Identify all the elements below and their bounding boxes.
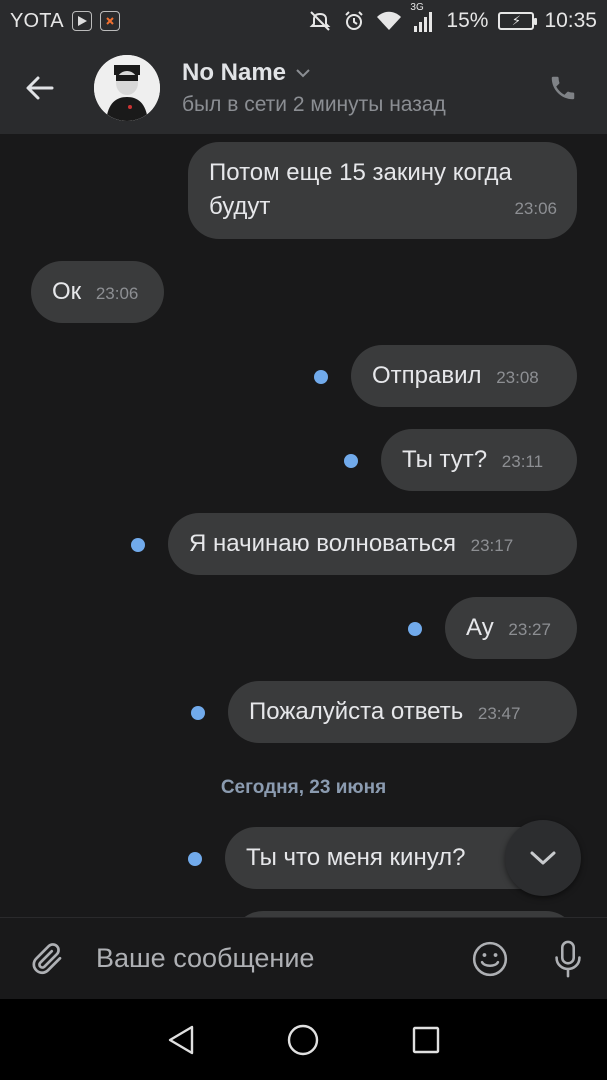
message-text: Потом еще 15 закину когда — [209, 159, 512, 186]
chevron-down-icon — [530, 851, 556, 865]
contact-info[interactable]: No Name был в сети 2 минуты назад — [182, 59, 446, 117]
contact-status: был в сети 2 минуты назад — [182, 93, 446, 116]
microphone-icon — [555, 940, 581, 977]
unread-indicator — [191, 706, 205, 720]
unread-indicator — [408, 622, 422, 636]
circle-home-icon — [288, 1024, 319, 1055]
message-time: 23:47 — [477, 704, 521, 723]
nav-back-button[interactable] — [156, 1015, 206, 1065]
message-bubble[interactable]: Я начинаю волноваться 23:17 — [168, 513, 577, 575]
nav-recents-button[interactable] — [401, 1015, 451, 1065]
message-time: 23:06 — [95, 284, 139, 303]
unread-indicator — [188, 852, 202, 866]
signal-type-label: 3G — [410, 2, 424, 13]
status-bar: YOTA 3G 15% ⚡ 10:35 — [0, 0, 607, 42]
paperclip-icon — [32, 942, 62, 974]
battery-charging-icon: ⚡ — [498, 12, 538, 30]
message-text: Пожалуйста ответь — [249, 698, 464, 725]
arrow-left-icon — [26, 76, 54, 100]
chat-header: No Name был в сети 2 минуты назад — [0, 42, 607, 134]
mute-icon — [308, 9, 332, 33]
message-bubble[interactable]: Отправил 23:08 — [351, 345, 577, 407]
chevron-down-icon — [296, 69, 310, 78]
contact-name: No Name — [182, 59, 287, 86]
wifi-icon — [376, 10, 402, 32]
unread-indicator — [131, 538, 145, 552]
message-time: 23:11 — [501, 452, 544, 471]
message-text: Ау — [466, 614, 494, 641]
message-text: Отправил — [372, 362, 482, 389]
carrier-label: YOTA — [10, 9, 64, 32]
attach-button[interactable] — [0, 918, 96, 1000]
scroll-down-button[interactable] — [505, 820, 581, 896]
unread-indicator — [344, 454, 358, 468]
emoji-button[interactable] — [451, 918, 529, 1000]
back-button[interactable] — [0, 42, 80, 134]
message-time: 23:27 — [508, 620, 551, 639]
message-time: 23:17 — [470, 536, 514, 555]
message-bubble[interactable]: Ты тут? 23:11 — [381, 429, 577, 491]
avatar[interactable] — [94, 55, 160, 121]
smile-icon — [472, 941, 508, 976]
message-time: 23:08 — [496, 368, 539, 387]
message-text: будут — [209, 193, 271, 220]
message-bubble[interactable]: Ок 23:06 — [31, 261, 164, 323]
microphone-button[interactable] — [529, 918, 607, 1000]
app-notification-icon — [99, 11, 120, 31]
message-text: Ок — [52, 278, 82, 305]
message-composer — [0, 917, 607, 999]
message-bubble[interactable]: Пожалуйста ответь 23:47 — [228, 681, 577, 743]
message-bubble[interactable]: Потом еще 15 закину когда будут 23:06 — [188, 142, 577, 239]
message-text: Я начинаю волноваться — [189, 530, 456, 557]
square-recents-icon — [412, 1026, 440, 1053]
message-text: Ты тут? — [402, 446, 488, 473]
nav-home-button[interactable] — [278, 1015, 328, 1065]
call-button[interactable] — [543, 68, 583, 108]
play-store-icon — [71, 11, 92, 31]
message-input[interactable] — [96, 943, 451, 974]
clock: 10:35 — [544, 9, 597, 32]
message-bubble[interactable]: Ау 23:27 — [445, 597, 577, 659]
message-text: Ты что меня кинул? — [246, 844, 466, 871]
message-list[interactable]: Потом еще 15 закину когда будут 23:06 Ок… — [0, 134, 607, 917]
alarm-icon — [342, 9, 366, 33]
date-separator: Сегодня, 23 июня — [220, 777, 387, 798]
message-time: 23:06 — [514, 199, 557, 218]
triangle-back-icon — [168, 1025, 194, 1054]
signal-icon: 3G — [410, 2, 436, 32]
unread-indicator — [314, 370, 328, 384]
battery-percent: 15% — [446, 9, 489, 32]
phone-icon — [551, 76, 575, 100]
system-navigation-bar — [0, 999, 607, 1080]
